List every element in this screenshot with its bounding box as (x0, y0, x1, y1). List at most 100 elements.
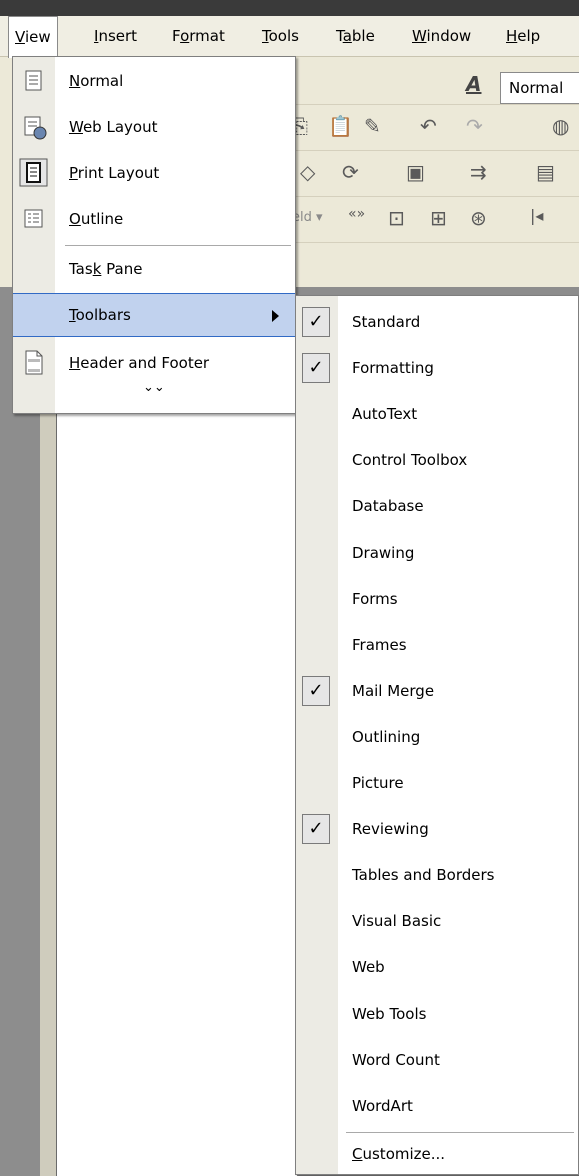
menu-help[interactable]: Help (500, 16, 546, 56)
toolbars-submenu-item[interactable]: Web (296, 945, 578, 989)
toolbars-submenu-item-label: Reviewing (352, 820, 429, 839)
insert-field-button[interactable]: eld ▾ (292, 210, 323, 225)
normal-view-icon (25, 70, 42, 91)
label-rest: oolbars (75, 306, 131, 324)
view-menu-item-header-footer[interactable]: Header and Footer (13, 341, 295, 385)
label-rest: utline (80, 210, 124, 228)
menu-window[interactable]: Window (406, 16, 477, 56)
toolbars-submenu-item[interactable]: ✓ Formatting (296, 346, 578, 390)
view-menu-item-print-layout[interactable]: Print Layout (13, 151, 295, 195)
toolbars-submenu-item[interactable]: Forms (296, 577, 578, 621)
outline-view-icon (24, 209, 43, 228)
toolbars-submenu-item[interactable]: Database (296, 484, 578, 528)
menu-format[interactable]: Format (166, 16, 231, 56)
view-menu-label-print-layout: Print Layout (69, 151, 159, 195)
toolbars-submenu-item-label: Tables and Borders (352, 866, 495, 885)
toolbars-submenu-item-customize[interactable]: Customize... (296, 1134, 578, 1174)
checkmark-icon: ✓ (302, 675, 330, 706)
mnemonic: O (69, 210, 81, 228)
forward-icon[interactable]: ⇉ (470, 160, 487, 184)
match-fields-icon[interactable]: ⊞ (430, 206, 447, 230)
menu-format-mnemonic: o (180, 27, 190, 45)
menu-bar: View Insert Format Tools Table Window He… (0, 16, 579, 58)
view-menu-item-web-layout[interactable]: Web Layout (13, 105, 295, 149)
toolbars-submenu-item[interactable]: Web Tools (296, 992, 578, 1036)
toolbars-submenu-item[interactable]: Tables and Borders (296, 853, 578, 897)
toolbars-submenu-item[interactable]: Picture (296, 761, 578, 805)
standard-toolbar: ⎘ 📋 ✎ ↶ ↷ ◍ (280, 106, 579, 151)
toolbars-submenu-item-label: Web Tools (352, 1004, 427, 1023)
mnemonic: N (69, 72, 81, 90)
view-menu-item-outline[interactable]: Outline (13, 197, 295, 241)
undo-icon[interactable]: ↶ (420, 114, 437, 138)
view-menu-item-task-pane[interactable]: Task Pane (13, 247, 295, 291)
document-page[interactable] (56, 300, 297, 1176)
toolbars-submenu-item[interactable]: Visual Basic (296, 899, 578, 943)
insert-box-icon[interactable]: ▣ (406, 160, 425, 184)
hyperlink-icon[interactable]: ◍ (552, 114, 569, 138)
view-menu-label-header-footer: Header and Footer (69, 341, 209, 385)
mail-merge-toolbar: eld ▾ «» ⊡ ⊞ ⊛ |◂ (280, 198, 579, 243)
paste-icon[interactable]: 📋 (328, 114, 353, 138)
checkmark-icon: ✓ (302, 814, 330, 845)
first-record-icon[interactable]: |◂ (530, 206, 543, 225)
view-menu-label-web-layout: Web Layout (69, 105, 157, 149)
menu-view-label: iew (24, 28, 51, 46)
menu-view-mnemonic: V (15, 28, 25, 46)
menu-table[interactable]: Table (330, 16, 381, 56)
menu-view[interactable]: View (8, 16, 58, 58)
label-rest: rint Layout (77, 164, 160, 182)
menu-insert[interactable]: Insert (88, 16, 143, 56)
mailmerge-record-icon[interactable]: ⊡ (388, 206, 405, 230)
customize-label: Customize... (352, 1134, 445, 1174)
drawing-toolbar: ◇ ⟳ ▣ ⇉ ▤ (280, 152, 579, 197)
mnemonic: H (69, 354, 81, 372)
menu-window-mnemonic: W (412, 27, 427, 45)
toolbars-submenu-item[interactable]: Drawing (296, 531, 578, 575)
toolbars-submenu-item[interactable]: WordArt (296, 1084, 578, 1128)
toolbars-submenu-item[interactable]: ✓ Standard (296, 300, 578, 344)
shape-icon[interactable]: ◇ (300, 160, 315, 184)
merge-field-icon[interactable]: «» (348, 206, 365, 222)
redo-icon[interactable]: ↷ (466, 114, 483, 138)
toolbars-submenu-item[interactable]: Outlining (296, 715, 578, 759)
toolbars-submenu-item-label: AutoText (352, 405, 418, 424)
toolbars-submenu-item-label: Word Count (352, 1050, 440, 1069)
web-layout-icon (24, 116, 47, 140)
format-painter-icon[interactable]: ✎ (364, 114, 381, 138)
label-rest: ormal (80, 72, 124, 90)
menu-table-label: ble (351, 27, 375, 45)
menu-format-pre: F (172, 27, 181, 45)
menu-tools[interactable]: Tools (256, 16, 305, 56)
toolbars-submenu-item-label: Formatting (352, 359, 434, 378)
label-rest: ustomize... (362, 1145, 446, 1163)
toolbars-submenu-item-label: Standard (352, 313, 421, 331)
view-menu-item-toolbars[interactable]: Toolbars (13, 293, 295, 337)
styles-icon[interactable]: A (466, 72, 481, 96)
view-menu-label-task-pane: Task Pane (69, 247, 142, 291)
frame-icon[interactable]: ▤ (536, 160, 555, 184)
view-menu-expand[interactable]: ⌄⌄ (13, 381, 295, 411)
toolbars-submenu-separator (346, 1132, 574, 1133)
label-rest: Pane (101, 260, 143, 278)
toolbars-submenu-item-label: Mail Merge (352, 681, 435, 700)
view-menu-label-toolbars: Toolbars (69, 293, 131, 337)
toolbars-submenu-item[interactable]: AutoText (296, 392, 578, 436)
toolbars-submenu: ✓ Standard ✓ Formatting AutoText Control Tool… (295, 295, 579, 1175)
update-labels-icon[interactable]: ⊛ (470, 206, 487, 230)
toolbars-submenu-item[interactable]: Control Toolbox (296, 438, 578, 482)
submenu-arrow-icon (272, 310, 279, 322)
toolbars-submenu-item[interactable]: Word Count (296, 1038, 578, 1082)
mnemonic: T (69, 306, 76, 324)
menu-tools-mnemonic: T (262, 27, 269, 45)
toolbars-submenu-item[interactable]: ✓ Reviewing (296, 807, 578, 851)
toolbars-submenu-item[interactable]: Frames (296, 623, 578, 667)
title-bar (0, 0, 579, 16)
transform-icon[interactable]: ⟳ (342, 160, 359, 184)
view-menu-item-normal[interactable]: Normal (13, 59, 295, 103)
toolbars-submenu-item-label: Web (352, 958, 385, 977)
toolbars-submenu-item[interactable]: ✓ Mail Merge (296, 669, 578, 713)
style-dropdown[interactable]: Normal (500, 72, 579, 104)
toolbars-submenu-item-label: Visual Basic (352, 912, 442, 931)
mnemonic: C (352, 1145, 363, 1163)
